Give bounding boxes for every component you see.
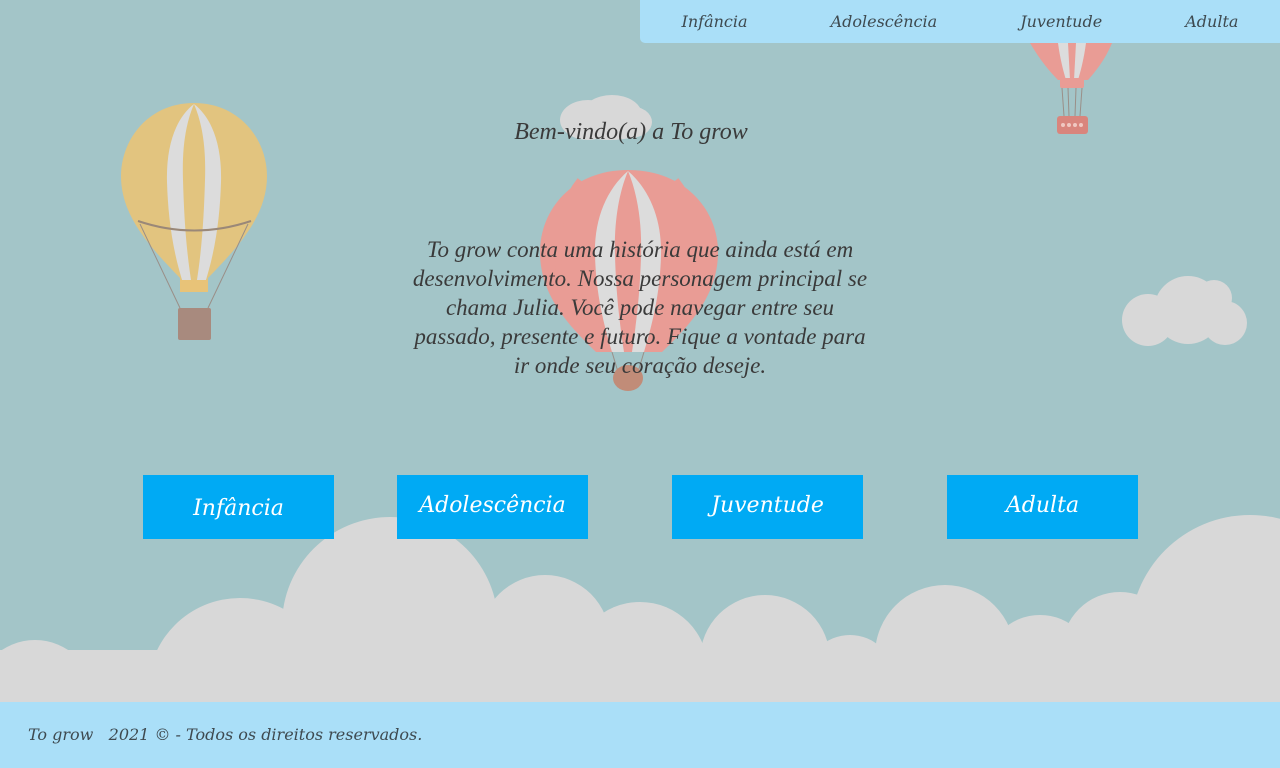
adolescencia-button-label: Adolescência [419, 493, 566, 518]
background-illustration [0, 43, 1280, 768]
cloud-right [1122, 276, 1247, 346]
adulta-button[interactable]: Adulta [947, 475, 1138, 539]
top-navigation: Infância Adolescência Juventude Adulta [640, 0, 1280, 43]
adulta-button-label: Adulta [1005, 493, 1080, 518]
nav-link-juventude[interactable]: Juventude [1020, 12, 1102, 31]
juventude-button-label: Juventude [711, 493, 824, 518]
footer: To grow 2021 © - Todos os direitos reser… [0, 702, 1280, 768]
intro-paragraph: To grow conta uma história que ainda est… [412, 237, 868, 378]
nav-link-adulta[interactable]: Adulta [1185, 12, 1238, 31]
welcome-heading: Bem-vindo(a) a To grow [514, 119, 748, 145]
adolescencia-button[interactable]: Adolescência [397, 475, 588, 539]
nav-link-infancia[interactable]: Infância [682, 12, 748, 31]
infancia-button-label: Infância [193, 496, 284, 521]
nav-link-adolescencia[interactable]: Adolescência [831, 12, 938, 31]
footer-text: To grow 2021 © - Todos os direitos reser… [28, 725, 422, 744]
infancia-button[interactable]: Infância [143, 475, 334, 539]
footer-copyright: 2021 © - Todos os direitos reservados. [108, 725, 423, 744]
juventude-button[interactable]: Juventude [672, 475, 863, 539]
footer-brand: To grow [28, 725, 94, 744]
